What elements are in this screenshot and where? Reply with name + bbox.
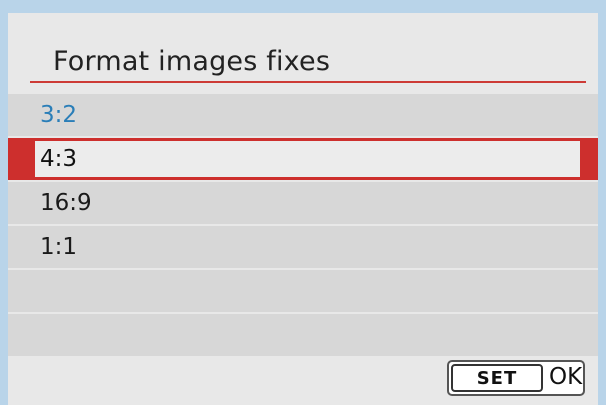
- option-label: 16:9: [40, 190, 92, 216]
- option-16-9[interactable]: 16:9: [8, 182, 598, 224]
- option-1-1[interactable]: 1:1: [8, 226, 598, 268]
- option-label: 3:2: [40, 102, 78, 128]
- camera-menu-screen: Format images fixes 3:2 4:3 16:9 1:1 SET…: [8, 13, 598, 405]
- option-4-3[interactable]: 4:3: [8, 138, 598, 180]
- option-label: 1:1: [40, 234, 78, 260]
- option-3-2[interactable]: 3:2: [8, 94, 598, 136]
- option-label: 4:3: [40, 146, 78, 172]
- empty-row: [8, 270, 598, 312]
- selection-highlight: 4:3: [35, 141, 580, 177]
- set-ok-button[interactable]: SET OK: [447, 360, 585, 396]
- menu-title: Format images fixes: [53, 46, 331, 77]
- set-key-label: SET: [451, 364, 543, 392]
- ok-label: OK: [549, 364, 583, 390]
- aspect-ratio-list: 3:2 4:3 16:9 1:1: [8, 94, 598, 358]
- title-divider: [30, 81, 586, 83]
- empty-row: [8, 314, 598, 356]
